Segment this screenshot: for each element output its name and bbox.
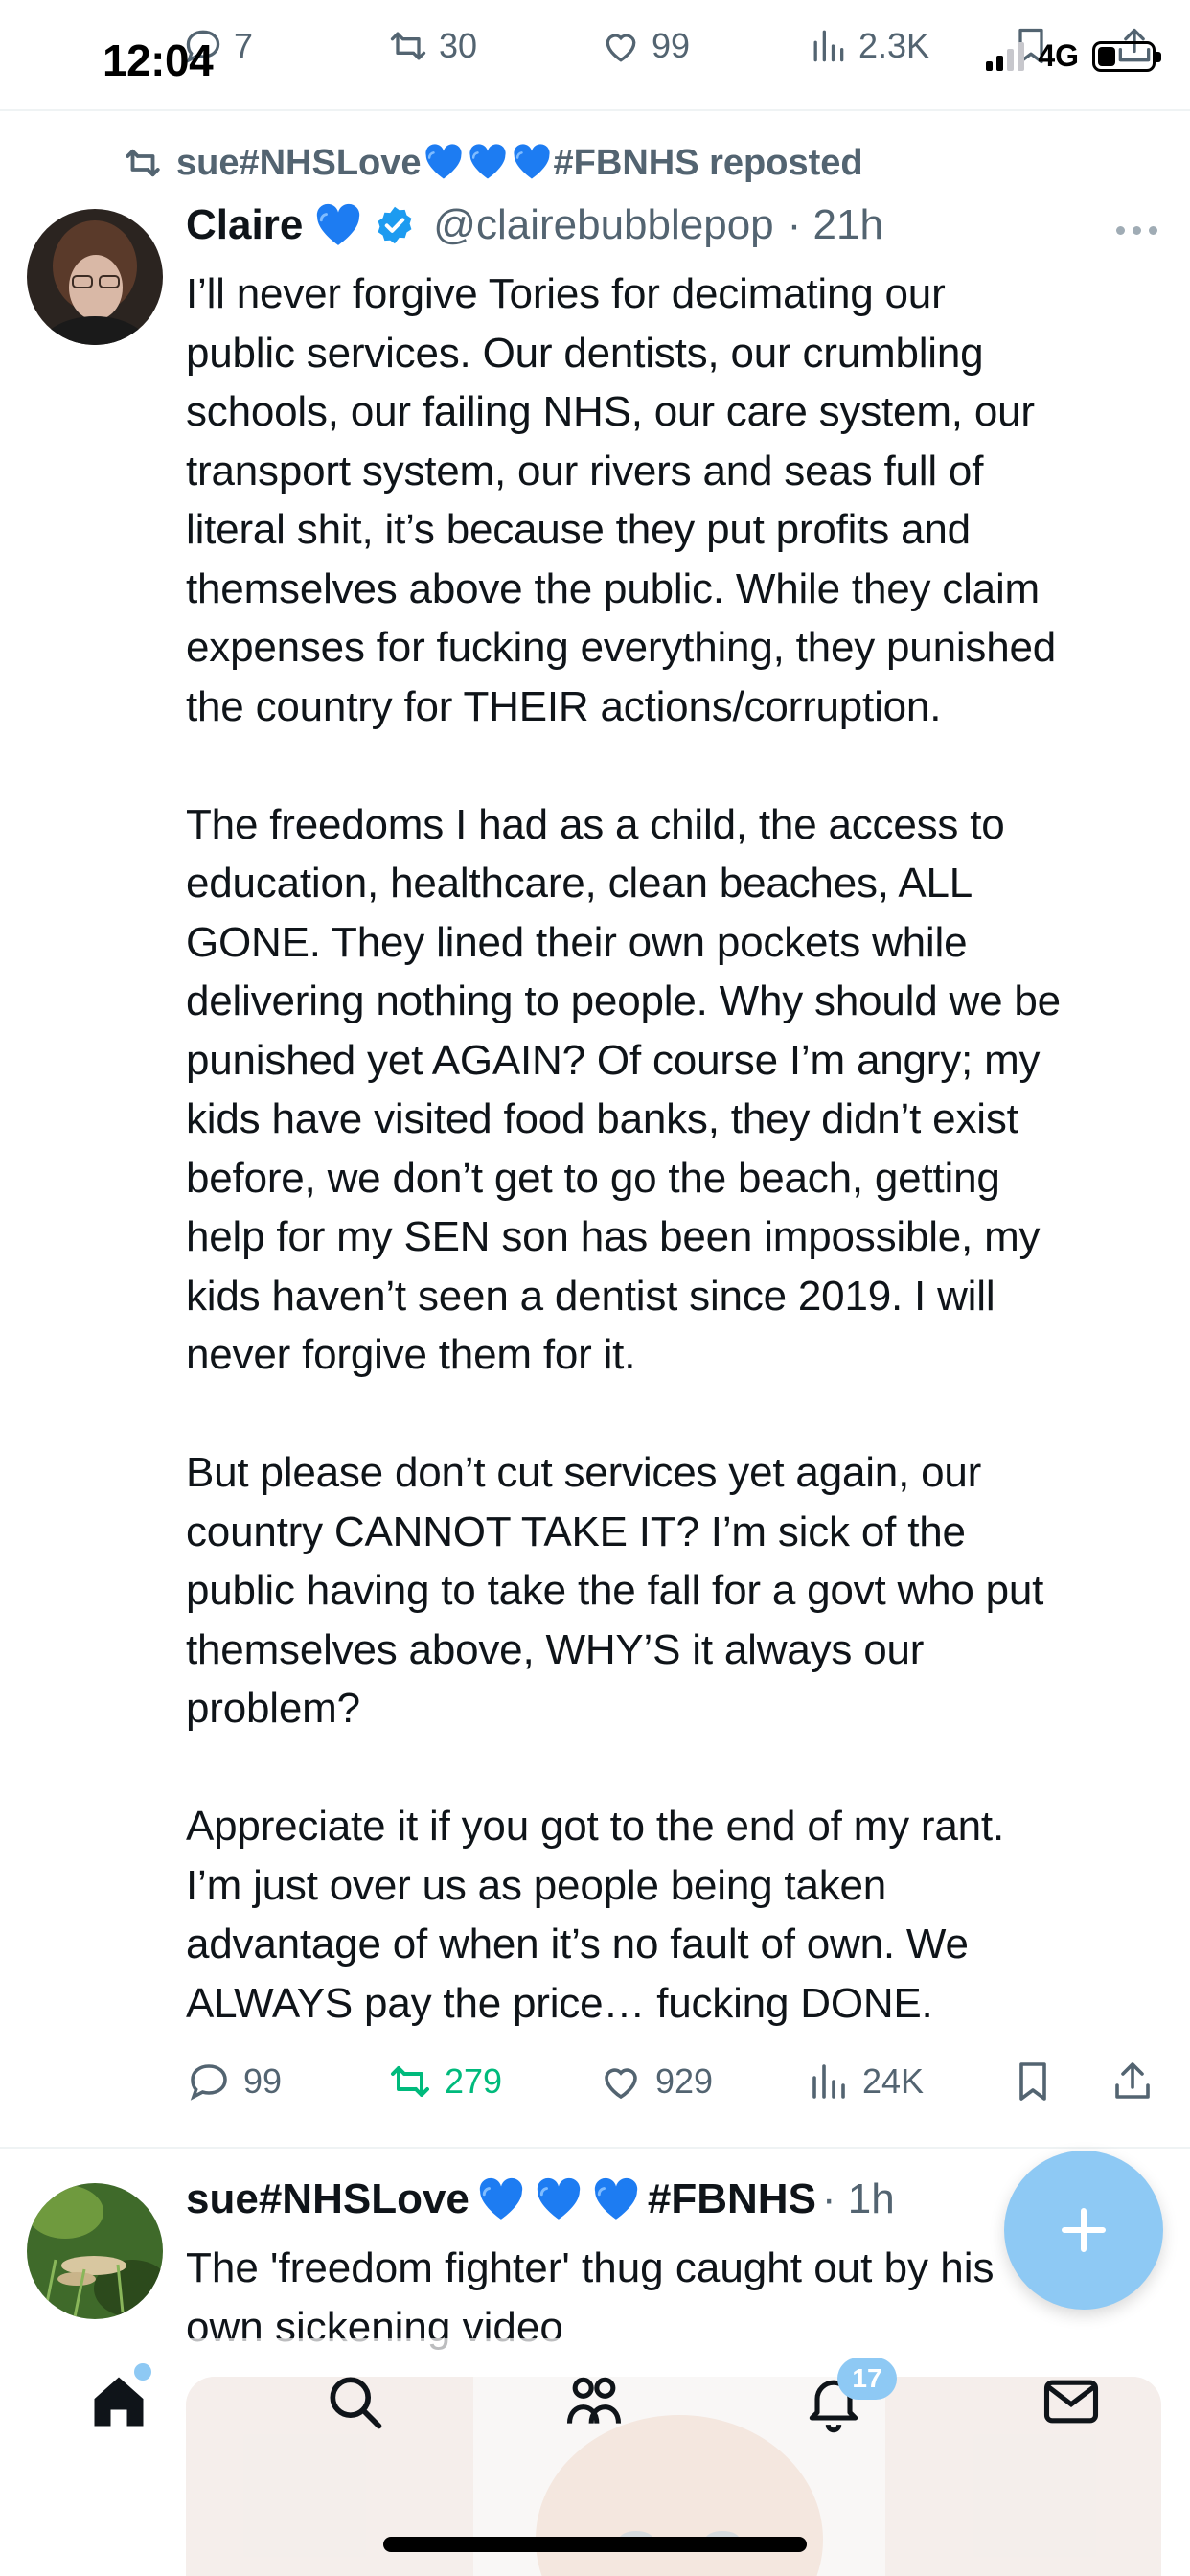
next-author-avatar[interactable] (27, 2183, 163, 2319)
tweet-time: · 21h (787, 201, 883, 248)
repost-count: 30 (439, 26, 478, 65)
blue-heart-emoji-icon (537, 2177, 581, 2220)
tab-search[interactable] (320, 2367, 389, 2436)
tweet-actions: 99 279 929 24K (186, 2058, 1161, 2112)
blue-heart-emoji-icon (317, 203, 360, 245)
repost-icon (391, 2066, 429, 2097)
communities-icon (566, 2377, 622, 2424)
heart-outline-icon (605, 2068, 637, 2100)
avatar-image (27, 2183, 163, 2319)
blue-heart-emoji-icon (479, 2177, 523, 2220)
reply-count: 99 (243, 2061, 283, 2101)
heart-outline-icon (606, 34, 636, 62)
compose-button[interactable] (1004, 2150, 1163, 2310)
like-count: 99 (652, 26, 691, 65)
repost-icon (390, 32, 426, 60)
share-button[interactable] (1110, 2058, 1156, 2104)
home-unread-dot (134, 2363, 151, 2380)
divider (0, 2147, 1190, 2149)
repost-user-prefix: sue#NHSLove (176, 143, 422, 183)
search-icon (330, 2377, 382, 2429)
views-count: 2.3K (858, 26, 930, 65)
reply-button[interactable]: 99 (186, 2058, 282, 2104)
like-count: 929 (655, 2061, 714, 2101)
more-options-icon[interactable] (1116, 226, 1157, 235)
divider (0, 109, 1190, 111)
like-button[interactable]: 929 (598, 2058, 713, 2104)
tweet-text: I’ll never forgive Tories for decimating… (186, 270, 1061, 2027)
tab-messages[interactable] (1037, 2367, 1106, 2436)
verified-badge-icon (378, 206, 412, 244)
bookmark-button[interactable] (1010, 2058, 1056, 2104)
views-icon (813, 30, 844, 62)
share-icon (1115, 2062, 1150, 2099)
views-action[interactable]: 2.3K (807, 25, 929, 67)
tweet-header: Claire @clairebubblepop · 21h (186, 201, 883, 249)
repost-action[interactable]: 30 (387, 25, 477, 67)
cellular-signal-icon (986, 41, 1025, 71)
mail-icon (1043, 2380, 1099, 2424)
tab-communities[interactable] (560, 2367, 629, 2436)
status-bar-right: 4G (986, 38, 1161, 74)
network-type: 4G (1038, 38, 1079, 73)
blue-heart-emoji-icon (513, 144, 550, 179)
next-author-suffix[interactable]: #FBNHS (648, 2175, 816, 2223)
views-count: 24K (862, 2061, 925, 2101)
reply-icon (190, 2064, 227, 2101)
repost-button[interactable]: 279 (387, 2058, 502, 2104)
views-icon (812, 2064, 845, 2099)
author-handle[interactable]: @clairebubblepop (433, 201, 773, 249)
author-avatar[interactable] (27, 209, 163, 345)
battery-icon (1092, 40, 1161, 72)
bookmark-icon (1019, 2062, 1046, 2101)
blue-heart-emoji-icon (424, 144, 462, 179)
avatar-image (27, 209, 163, 345)
blue-heart-emoji-icon (594, 2177, 638, 2220)
plus-icon (1062, 2208, 1106, 2252)
repost-banner[interactable]: sue#NHSLove #FBNHS reposted (123, 142, 863, 184)
status-bar-time: 12:04 (103, 35, 214, 85)
home-indicator (383, 2537, 807, 2552)
next-author-prefix[interactable]: sue#NHSLove (186, 2175, 469, 2223)
next-tweet-time: · 1h (821, 2175, 895, 2222)
repost-count: 279 (445, 2061, 503, 2101)
author-name[interactable]: Claire (186, 201, 303, 249)
next-tweet-header: sue#NHSLove #FBNHS · 1h (186, 2175, 895, 2223)
blue-heart-emoji-icon (469, 144, 506, 179)
like-action[interactable]: 99 (600, 25, 690, 67)
repost-user-suffix: #FBNHS reposted (553, 143, 863, 183)
repost-icon (126, 149, 160, 177)
notifications-badge: 17 (837, 2358, 897, 2400)
views-button[interactable]: 24K (805, 2058, 924, 2104)
reply-count: 7 (234, 26, 254, 65)
